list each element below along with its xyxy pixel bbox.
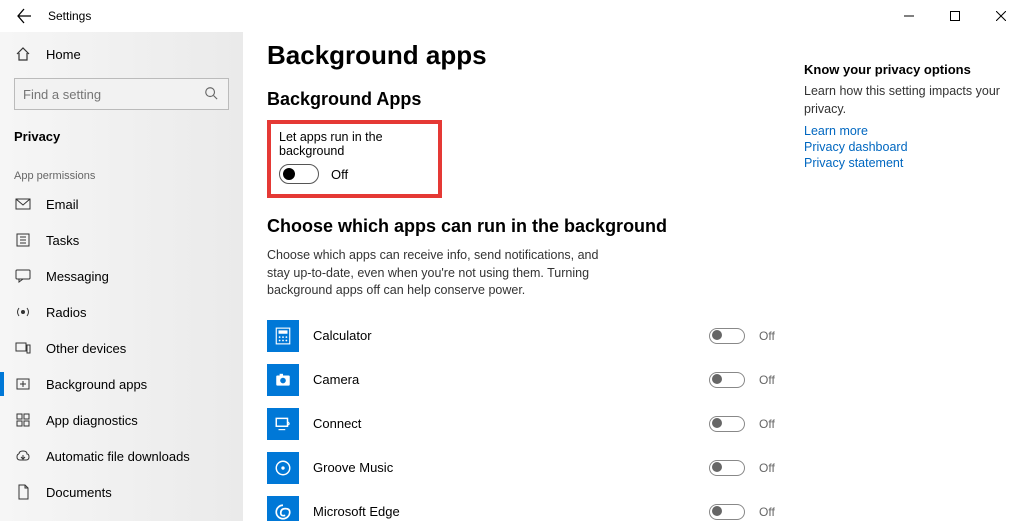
- master-toggle-label: Let apps run in the background: [279, 130, 430, 158]
- sidebar-item-background-apps[interactable]: Background apps: [0, 366, 243, 402]
- app-row: Groove Music Off: [267, 446, 787, 490]
- app-toggle[interactable]: [709, 416, 745, 432]
- sidebar-item-tasks[interactable]: Tasks: [0, 222, 243, 258]
- back-button[interactable]: [12, 4, 36, 28]
- diagnostics-icon: [14, 411, 32, 429]
- sidebar: Home Privacy App permissions Email Tasks…: [0, 32, 243, 521]
- sidebar-item-auto-downloads[interactable]: Automatic file downloads: [0, 438, 243, 474]
- devices-icon: [14, 339, 32, 357]
- minimize-button[interactable]: [886, 0, 932, 32]
- app-toggle-state: Off: [759, 329, 787, 343]
- section2-desc: Choose which apps can receive info, send…: [267, 247, 607, 300]
- app-row: Calculator Off: [267, 314, 787, 358]
- app-toggle[interactable]: [709, 504, 745, 520]
- sidebar-item-email[interactable]: Email: [0, 186, 243, 222]
- arrow-left-icon: [16, 8, 32, 24]
- download-icon: [14, 447, 32, 465]
- mail-icon: [14, 195, 32, 213]
- sidebar-item-radios[interactable]: Radios: [0, 294, 243, 330]
- minimize-icon: [904, 11, 914, 21]
- right-heading: Know your privacy options: [804, 62, 1008, 77]
- sidebar-section-privacy[interactable]: Privacy: [0, 118, 243, 154]
- background-apps-icon: [14, 375, 32, 393]
- search-box[interactable]: [14, 78, 229, 110]
- sidebar-home[interactable]: Home: [0, 36, 243, 72]
- app-name: Calculator: [313, 328, 372, 343]
- app-icon: [267, 364, 299, 396]
- window-controls: [886, 0, 1024, 32]
- app-name: Connect: [313, 416, 361, 431]
- documents-icon: [14, 483, 32, 501]
- right-desc: Learn how this setting impacts your priv…: [804, 83, 1008, 118]
- sidebar-item-app-diagnostics[interactable]: App diagnostics: [0, 402, 243, 438]
- app-toggle[interactable]: [709, 460, 745, 476]
- close-icon: [996, 11, 1006, 21]
- close-button[interactable]: [978, 0, 1024, 32]
- sidebar-section-header: App permissions: [0, 154, 243, 186]
- app-name: Groove Music: [313, 460, 393, 475]
- window-title: Settings: [48, 9, 91, 23]
- maximize-button[interactable]: [932, 0, 978, 32]
- app-icon: [267, 408, 299, 440]
- app-row: Connect Off: [267, 402, 787, 446]
- section2-title: Choose which apps can run in the backgro…: [267, 216, 787, 237]
- messaging-icon: [14, 267, 32, 285]
- titlebar: Settings: [0, 0, 1024, 32]
- section1-title: Background Apps: [267, 89, 787, 110]
- page-title: Background apps: [267, 40, 787, 71]
- search-input[interactable]: [23, 87, 204, 102]
- app-toggle[interactable]: [709, 328, 745, 344]
- master-toggle[interactable]: [279, 164, 319, 184]
- app-icon: [267, 496, 299, 521]
- app-toggle-state: Off: [759, 505, 787, 519]
- app-toggle-state: Off: [759, 417, 787, 431]
- home-icon: [14, 45, 32, 63]
- tasks-icon: [14, 231, 32, 249]
- maximize-icon: [950, 11, 960, 21]
- link-privacy-statement[interactable]: Privacy statement: [804, 156, 1008, 170]
- main-content: Background apps Background Apps Let apps…: [267, 32, 787, 521]
- app-name: Microsoft Edge: [313, 504, 400, 519]
- radios-icon: [14, 303, 32, 321]
- link-learn-more[interactable]: Learn more: [804, 124, 1008, 138]
- link-privacy-dashboard[interactable]: Privacy dashboard: [804, 140, 1008, 154]
- search-icon: [204, 86, 220, 102]
- app-icon: [267, 320, 299, 352]
- app-toggle-state: Off: [759, 461, 787, 475]
- app-toggle[interactable]: [709, 372, 745, 388]
- master-toggle-state: Off: [331, 167, 348, 182]
- sidebar-item-other-devices[interactable]: Other devices: [0, 330, 243, 366]
- app-row: Camera Off: [267, 358, 787, 402]
- right-pane: Know your privacy options Learn how this…: [804, 32, 1024, 521]
- app-icon: [267, 452, 299, 484]
- sidebar-item-messaging[interactable]: Messaging: [0, 258, 243, 294]
- app-name: Camera: [313, 372, 359, 387]
- highlight-annotation: Let apps run in the background Off: [267, 120, 442, 198]
- sidebar-item-documents[interactable]: Documents: [0, 474, 243, 510]
- app-toggle-state: Off: [759, 373, 787, 387]
- app-row: Microsoft Edge Off: [267, 490, 787, 521]
- sidebar-home-label: Home: [46, 47, 81, 62]
